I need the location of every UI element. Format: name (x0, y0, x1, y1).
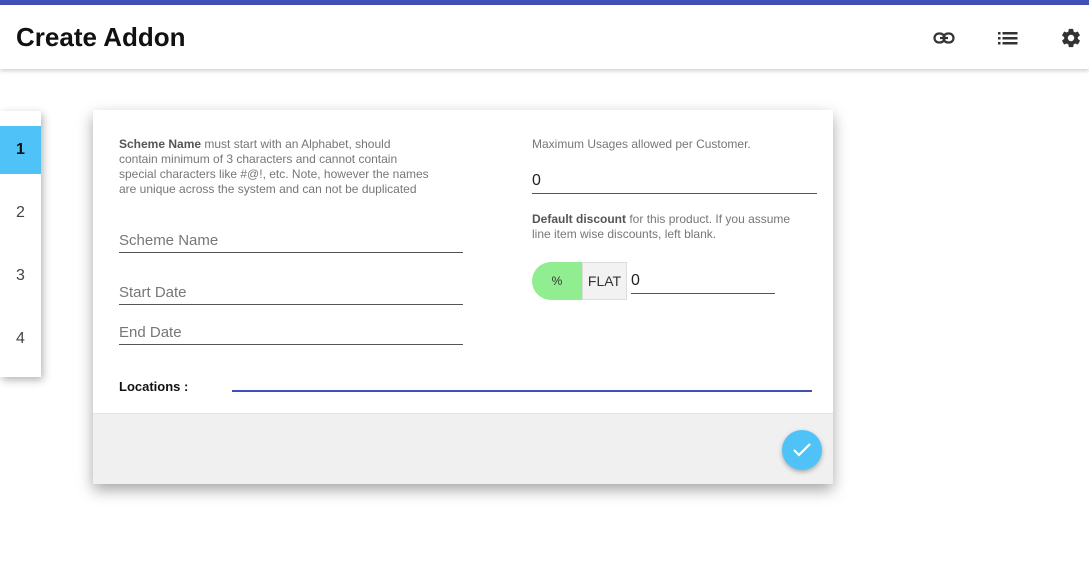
percent-toggle-button[interactable]: % (532, 262, 582, 300)
app-header: Create Addon (0, 5, 1089, 69)
discount-hint: Default discount for this product. If yo… (532, 212, 792, 242)
submit-button[interactable] (782, 430, 822, 470)
max-usage-hint: Maximum Usages allowed per Customer. (532, 137, 751, 151)
gear-icon[interactable] (1058, 25, 1084, 51)
start-date-input[interactable]: Start Date (119, 284, 463, 305)
stepper: 1 2 3 4 (0, 111, 41, 377)
scheme-hint-bold: Scheme Name (119, 137, 202, 151)
locations-input[interactable] (232, 390, 812, 392)
max-usage-input[interactable]: 0 (532, 172, 817, 194)
scheme-name-input[interactable]: Scheme Name (119, 232, 463, 253)
step-3[interactable]: 3 (0, 252, 41, 300)
check-icon (793, 443, 811, 457)
scheme-name-hint: Scheme Name must start with an Alphabet,… (119, 137, 429, 197)
step-4[interactable]: 4 (0, 315, 41, 363)
card-footer (93, 413, 833, 484)
addon-form-card: Scheme Name must start with an Alphabet,… (93, 110, 833, 484)
step-2[interactable]: 2 (0, 189, 41, 237)
end-date-input[interactable]: End Date (119, 324, 463, 345)
page-title: Create Addon (16, 22, 186, 52)
list-icon[interactable] (995, 25, 1021, 51)
discount-type-toggle: % FLAT (532, 262, 627, 300)
discount-hint-bold: Default discount (532, 212, 627, 226)
link-icon[interactable] (931, 25, 957, 51)
flat-toggle-button[interactable]: FLAT (582, 262, 627, 300)
step-1[interactable]: 1 (0, 126, 41, 174)
discount-value-input[interactable]: 0 (631, 272, 775, 294)
locations-label: Locations : (119, 379, 189, 394)
